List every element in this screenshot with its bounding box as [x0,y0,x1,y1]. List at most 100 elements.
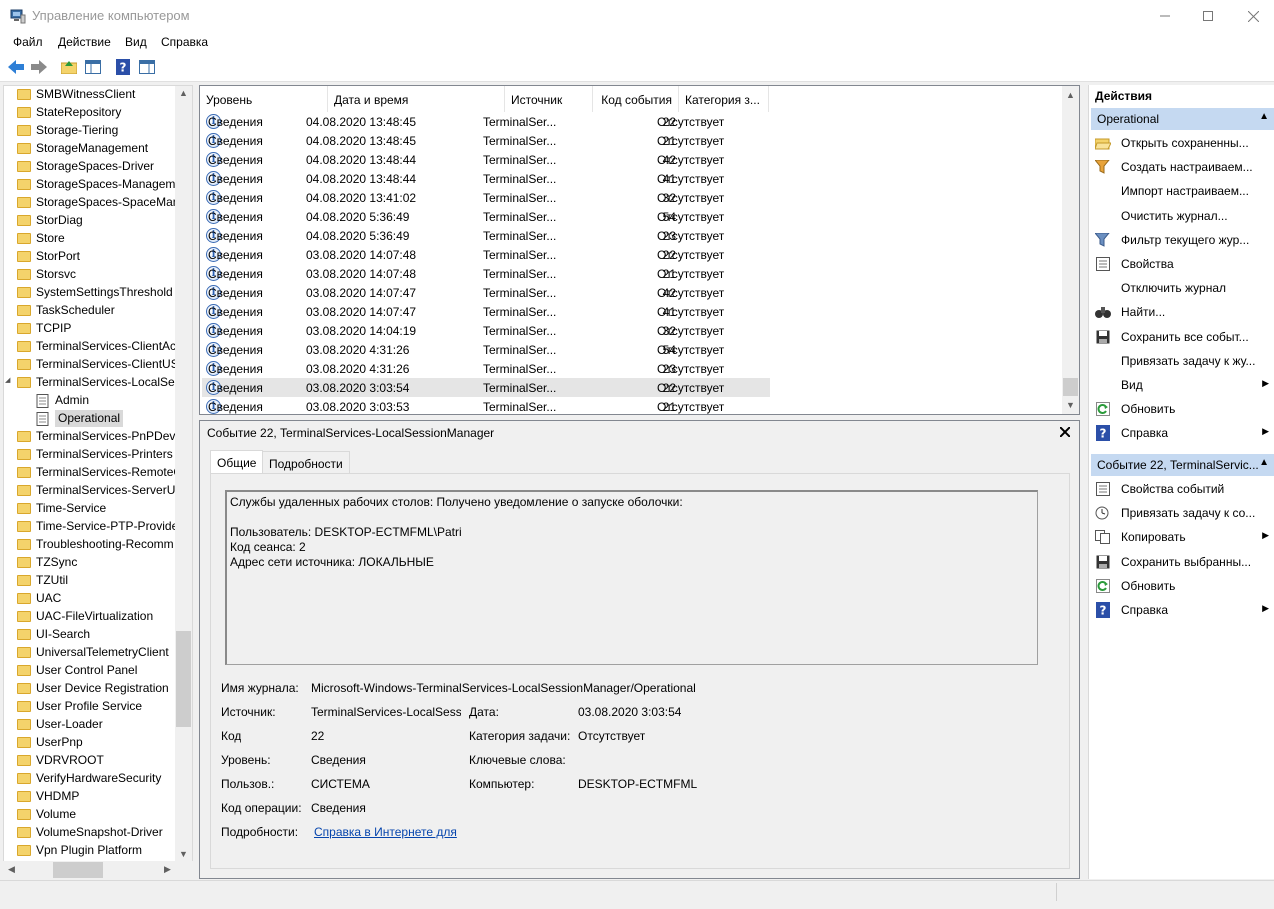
action-item[interactable]: Найти... [1089,301,1274,323]
action-item[interactable]: ? Справка ▶ [1089,599,1274,621]
tree-item[interactable]: UserPnp [4,734,176,752]
action-item[interactable]: Очистить журнал... [1089,205,1274,227]
tree-item[interactable]: UI-Search [4,626,176,644]
tree-horizontal-scrollbar[interactable]: ◀ ▶ [3,861,193,879]
event-row[interactable]: i Сведения 04.08.2020 13:48:45 TerminalSer.… [202,112,770,131]
maximize-button[interactable] [1185,0,1231,32]
action-item[interactable]: Копировать ▶ [1089,526,1274,548]
tree-item[interactable]: Time-Service-PTP-Provide [4,518,176,536]
code-value[interactable]: 22 [311,729,324,743]
task-category-value[interactable]: Отсутствует [578,729,645,743]
tree-item[interactable]: StorDiag [4,212,176,230]
column-header-source[interactable]: Источник [505,86,593,112]
close-button[interactable] [1230,0,1274,32]
tree-item[interactable]: TaskScheduler [4,302,176,320]
tree-item[interactable]: TerminalServices-PnPDevic [4,428,176,446]
action-item[interactable]: Свойства событий [1089,478,1274,500]
tree-item[interactable]: Troubleshooting-Recomm [4,536,176,554]
event-row[interactable]: i Сведения 03.08.2020 14:07:47 TerminalSer.… [202,283,770,302]
tree-item[interactable]: StorageSpaces-SpaceMana [4,194,176,212]
tree-item[interactable]: UAC-FileVirtualization [4,608,176,626]
tree-item[interactable]: TZUtil [4,572,176,590]
level-value[interactable]: Сведения [311,753,366,767]
close-icon[interactable] [1060,427,1070,437]
opcode-value[interactable]: Сведения [311,801,366,815]
list-vertical-scrollbar[interactable]: ▲ ▼ [1062,86,1079,414]
tree-item[interactable]: TCPIP [4,320,176,338]
scroll-right-icon[interactable]: ▶ [159,864,176,875]
source-value[interactable]: TerminalServices-LocalSessio [311,705,461,719]
menu-help[interactable]: Справка [161,35,208,49]
tree-item[interactable]: Operational [4,410,176,428]
event-row[interactable]: i Сведения 03.08.2020 4:31:26 TerminalSer..… [202,340,770,359]
expanded-chevron-icon[interactable]: ◢ [5,376,10,384]
tree-item[interactable]: TerminalServices-ServerUS [4,482,176,500]
tree-item[interactable]: StateRepository [4,104,176,122]
tree-item[interactable]: Vpn Plugin Platform [4,842,176,860]
tree-item[interactable]: Storsvc [4,266,176,284]
event-row[interactable]: i Сведения 03.08.2020 14:07:48 TerminalSer.… [202,245,770,264]
tree-hscroll-thumb[interactable] [53,862,103,878]
tree-item[interactable]: Store [4,230,176,248]
action-item[interactable]: Привязать задачу к жу... [1089,350,1274,372]
minimize-button[interactable] [1142,0,1188,32]
tree-item[interactable]: SystemSettingsThreshold [4,284,176,302]
log-name-value[interactable]: Microsoft-Windows-TerminalServices-Local… [311,681,696,695]
tree-item[interactable]: StorageManagement [4,140,176,158]
action-item[interactable]: Открыть сохраненны... [1089,132,1274,154]
action-item[interactable]: Обновить [1089,575,1274,597]
menu-view[interactable]: Вид [125,35,147,49]
tree-item[interactable]: TerminalServices-RemoteC [4,464,176,482]
actions-section-event[interactable]: Событие 22, TerminalServic... ▲ [1091,454,1274,476]
event-row[interactable]: i Сведения 03.08.2020 3:03:53 TerminalSer..… [202,397,770,414]
action-item[interactable]: Импорт настраиваем... [1089,180,1274,202]
actions-section-operational[interactable]: Operational ▲ [1091,108,1274,130]
action-item[interactable]: Свойства [1089,253,1274,275]
action-item[interactable]: Отключить журнал [1089,277,1274,299]
tree-item[interactable]: ◢ TerminalServices-LocalSes [4,374,176,392]
tree-item[interactable]: UAC [4,590,176,608]
tree-item[interactable]: VolumeSnapshot-Driver [4,824,176,842]
tree-vertical-scrollbar[interactable]: ▲ ▼ [175,86,192,861]
tree-item[interactable]: StorageSpaces-Manageme [4,176,176,194]
menu-action[interactable]: Действие [58,35,111,49]
event-row[interactable]: i Сведения 04.08.2020 13:48:44 TerminalSer.… [202,150,770,169]
computer-value[interactable]: DESKTOP-ECTMFML [578,777,697,791]
tree-item[interactable]: UniversalTelemetryClient [4,644,176,662]
event-row[interactable]: i Сведения 04.08.2020 13:41:02 TerminalSer.… [202,188,770,207]
tree-item[interactable]: User Profile Service [4,698,176,716]
event-row[interactable]: i Сведения 04.08.2020 5:36:49 TerminalSer..… [202,226,770,245]
column-header-task-category[interactable]: Категория з... [679,86,769,112]
column-header-level[interactable]: Уровень [200,86,328,112]
action-item[interactable]: Вид ▶ [1089,374,1274,396]
list-scroll-thumb[interactable] [1063,378,1078,396]
column-header-event-id[interactable]: Код события [593,86,679,112]
tab-details[interactable]: Подробности [262,451,350,473]
menu-file[interactable]: Файл [13,35,43,49]
tree-item[interactable]: Admin [4,392,176,410]
event-row[interactable]: i Сведения 03.08.2020 4:31:26 TerminalSer..… [202,359,770,378]
forward-button[interactable] [30,58,48,76]
scroll-left-icon[interactable]: ◀ [3,864,20,875]
tree-item[interactable]: TerminalServices-ClientAc [4,338,176,356]
tree-item[interactable]: User Control Panel [4,662,176,680]
event-message[interactable]: Службы удаленных рабочих столов: Получен… [225,490,1038,665]
scroll-up-icon[interactable]: ▲ [1062,90,1079,100]
tree-item[interactable]: VHDMP [4,788,176,806]
tab-general[interactable]: Общие [210,450,264,474]
scroll-down-icon[interactable]: ▼ [1062,400,1079,410]
back-button[interactable] [7,58,25,76]
tree-item[interactable]: VerifyHardwareSecurity [4,770,176,788]
show-hide-tree-button[interactable] [84,58,102,76]
event-row[interactable]: i Сведения 03.08.2020 3:03:54 TerminalSer..… [202,378,770,397]
tree-item[interactable]: User-Loader [4,716,176,734]
help-button[interactable]: ? [114,58,132,76]
tree-scroll-thumb[interactable] [176,631,191,727]
event-row[interactable]: i Сведения 04.08.2020 13:48:44 TerminalSer.… [202,169,770,188]
tree-item[interactable]: TerminalServices-ClientUS [4,356,176,374]
date-value[interactable]: 03.08.2020 3:03:54 [578,705,681,719]
up-folder-button[interactable] [60,58,78,76]
event-row[interactable]: i Сведения 03.08.2020 14:07:48 TerminalSer.… [202,264,770,283]
collapse-icon[interactable]: ▲ [1259,111,1269,122]
tree-item[interactable]: User Device Registration [4,680,176,698]
